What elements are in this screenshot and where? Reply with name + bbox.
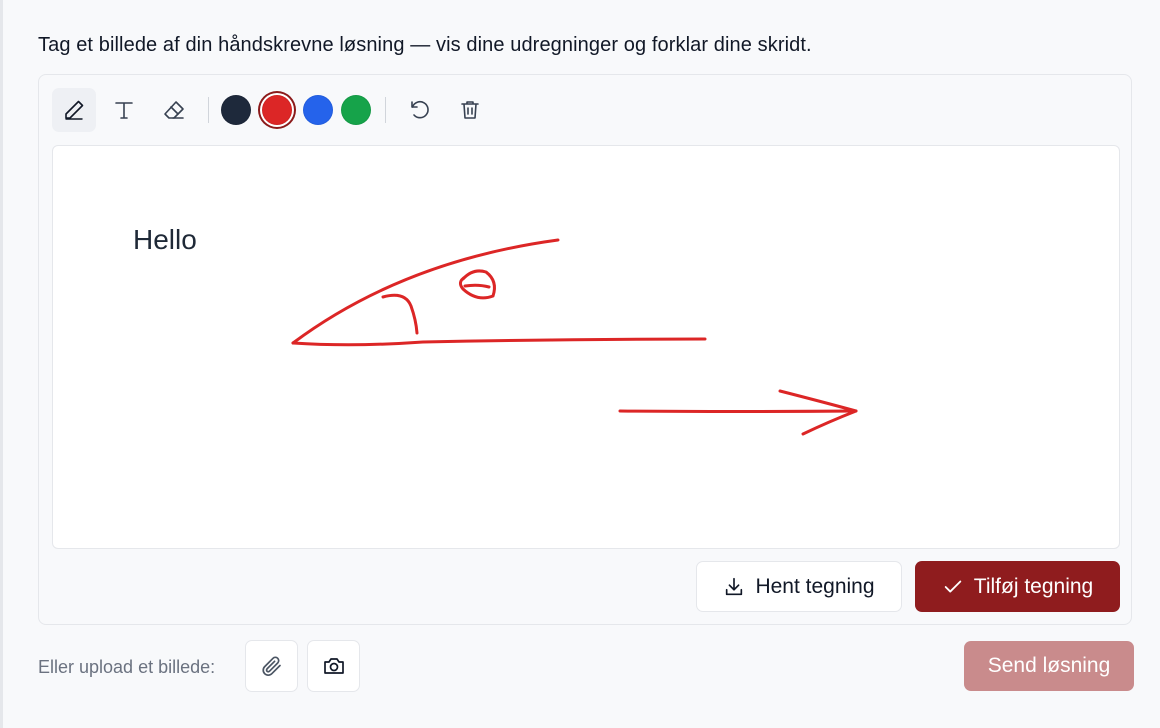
text-icon xyxy=(115,102,133,119)
red-strokes xyxy=(291,238,858,436)
stroke-upper-line xyxy=(291,238,560,345)
add-drawing-label: Tilføj tegning xyxy=(973,574,1094,598)
undo-button[interactable] xyxy=(398,88,442,132)
toolbar-divider xyxy=(208,97,209,123)
trash-icon xyxy=(461,101,479,119)
stroke-arrow-shaft xyxy=(618,409,858,413)
eraser-tool-button[interactable] xyxy=(152,88,196,132)
camera-icon xyxy=(323,658,344,674)
stroke-base-line xyxy=(291,337,707,347)
download-drawing-button[interactable]: Hent tegning xyxy=(696,561,902,612)
left-border xyxy=(0,0,3,728)
instructions-text: Tag et billede af din håndskrevne løsnin… xyxy=(38,34,812,56)
pencil-icon xyxy=(65,100,84,120)
stroke-angle-arc xyxy=(381,293,419,335)
color-swatch-blue[interactable] xyxy=(303,95,333,125)
add-drawing-button[interactable]: Tilføj tegning xyxy=(915,561,1120,612)
eraser-icon xyxy=(164,101,184,119)
check-icon xyxy=(944,580,962,592)
clear-button[interactable] xyxy=(448,88,492,132)
camera-button[interactable] xyxy=(307,640,360,692)
upload-label: Eller upload et billede: xyxy=(38,657,216,677)
drawing-toolbar xyxy=(52,87,498,133)
send-solution-button[interactable]: Send løsning xyxy=(964,641,1134,691)
send-solution-label: Send løsning xyxy=(987,654,1111,677)
color-swatch-red[interactable] xyxy=(262,95,292,125)
color-swatch-green[interactable] xyxy=(341,95,371,125)
paperclip-icon xyxy=(261,656,281,676)
toolbar-divider xyxy=(385,97,386,123)
stroke-theta-bar xyxy=(463,283,491,289)
drawing-panel: Hello Hent tegning Tilføj tegning xyxy=(38,74,1132,625)
download-drawing-label: Hent tegning xyxy=(755,574,875,598)
download-icon xyxy=(726,577,743,595)
undo-icon xyxy=(411,100,429,119)
pen-tool-button[interactable] xyxy=(52,88,96,132)
attach-file-button[interactable] xyxy=(245,640,298,692)
text-tool-button[interactable] xyxy=(102,88,146,132)
drawing-canvas[interactable]: Hello xyxy=(52,145,1120,549)
color-swatch-dark[interactable] xyxy=(221,95,251,125)
